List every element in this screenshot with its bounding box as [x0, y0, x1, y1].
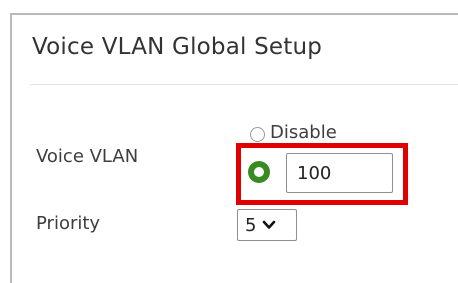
priority-selected-value: 5 [245, 214, 257, 236]
voice-vlan-label: Voice VLAN [36, 146, 139, 167]
disable-option-row: Disable [240, 118, 380, 143]
vlan-id-radio[interactable] [248, 161, 270, 183]
panel-title: Voice VLAN Global Setup [32, 34, 323, 60]
priority-select[interactable]: 5 [237, 209, 297, 241]
disable-radio-label[interactable]: Disable [270, 122, 337, 143]
priority-label: Priority [36, 213, 101, 234]
voice-vlan-id-input[interactable] [286, 153, 393, 193]
disable-radio[interactable] [250, 127, 265, 142]
title-divider [30, 84, 458, 85]
chevron-down-icon [263, 220, 276, 229]
